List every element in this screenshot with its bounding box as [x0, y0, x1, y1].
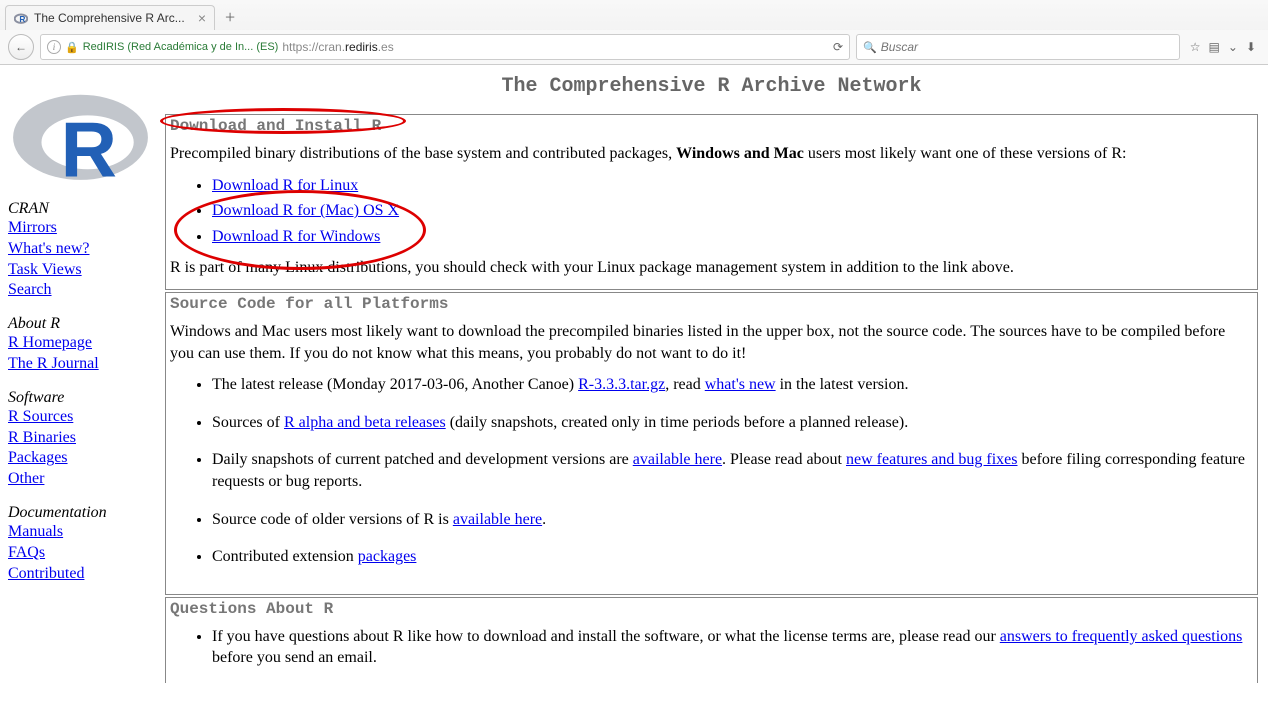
main-content: The Comprehensive R Archive Network Down…	[165, 65, 1268, 685]
search-icon: 🔍	[863, 41, 877, 54]
sidebar-link-faqs[interactable]: FAQs	[8, 543, 157, 564]
sidebar-link-rbinaries[interactable]: R Binaries	[8, 428, 157, 449]
sidebar-link-packages[interactable]: Packages	[8, 448, 157, 469]
toolbar: ← i 🔒 RedIRIS (Red Académica y de In... …	[0, 30, 1268, 64]
close-icon[interactable]: ×	[198, 10, 206, 26]
lock-icon: 🔒	[65, 41, 79, 54]
link-faq[interactable]: answers to frequently asked questions	[1000, 628, 1243, 645]
sidebar-heading: About R	[8, 315, 157, 333]
list-item: Contributed extension packages	[212, 546, 1253, 568]
list-item: The latest release (Monday 2017-03-06, A…	[212, 374, 1253, 396]
r-logo: R	[8, 77, 157, 192]
search-bar[interactable]: 🔍	[856, 34, 1180, 60]
link-alpha-beta[interactable]: R alpha and beta releases	[284, 414, 446, 431]
new-tab-button[interactable]: +	[217, 5, 243, 30]
sidebar-group-software: Software R Sources R Binaries Packages O…	[8, 389, 157, 490]
url-bar[interactable]: i 🔒 RedIRIS (Red Académica y de In... (E…	[40, 34, 850, 60]
outro-text: R is part of many Linux distributions, y…	[170, 257, 1253, 279]
bookmark-star-icon[interactable]: ☆	[1190, 40, 1201, 54]
link-download-mac[interactable]: Download R for (Mac) OS X	[212, 202, 399, 219]
sidebar-link-whatsnew[interactable]: What's new?	[8, 239, 157, 260]
list-item: Daily snapshots of current patched and d…	[212, 449, 1253, 492]
sidebar-heading: Software	[8, 389, 157, 407]
sidebar-link-manuals[interactable]: Manuals	[8, 522, 157, 543]
list-item: Download R for Windows	[212, 226, 1253, 248]
link-packages[interactable]: packages	[358, 548, 417, 565]
list-item: Download R for (Mac) OS X	[212, 200, 1253, 222]
list-item: If you have questions about R like how t…	[212, 626, 1253, 669]
pocket-icon[interactable]: ⌄	[1228, 40, 1238, 54]
r-favicon: R	[14, 11, 28, 25]
list-item: Download R for Linux	[212, 175, 1253, 197]
tab-title: The Comprehensive R Arc...	[34, 11, 192, 25]
link-snapshots[interactable]: available here	[633, 451, 722, 468]
sidebar-link-other[interactable]: Other	[8, 469, 157, 490]
download-links: Download R for Linux Download R for (Mac…	[170, 175, 1253, 248]
sidebar: R CRAN Mirrors What's new? Task Views Se…	[0, 65, 165, 685]
sidebar-link-contributed[interactable]: Contributed	[8, 564, 157, 585]
intro-text: Precompiled binary distributions of the …	[170, 143, 1253, 165]
sidebar-link-rhomepage[interactable]: R Homepage	[8, 333, 157, 354]
source-list: The latest release (Monday 2017-03-06, A…	[170, 374, 1253, 568]
sidebar-group-doc: Documentation Manuals FAQs Contributed	[8, 504, 157, 584]
back-button[interactable]: ←	[8, 34, 34, 60]
box-heading: Questions About R	[166, 598, 1257, 624]
browser-tab[interactable]: R The Comprehensive R Arc... ×	[5, 5, 215, 30]
sidebar-heading: CRAN	[8, 200, 157, 218]
box-source-code: Source Code for all Platforms Windows an…	[165, 292, 1258, 595]
link-whatsnew[interactable]: what's new	[705, 376, 776, 393]
faq-list: If you have questions about R like how t…	[170, 626, 1253, 669]
box-body: If you have questions about R like how t…	[166, 624, 1257, 683]
sidebar-group-about: About R R Homepage The R Journal	[8, 315, 157, 375]
box-heading: Source Code for all Platforms	[166, 293, 1257, 319]
svg-text:R: R	[61, 105, 117, 187]
box-body: Windows and Mac users most likely want t…	[166, 319, 1257, 594]
sidebar-link-mirrors[interactable]: Mirrors	[8, 218, 157, 239]
toolbar-icons: ☆ ▤ ⌄ ⬇	[1186, 40, 1260, 54]
list-item: Source code of older versions of R is av…	[212, 509, 1253, 531]
svg-text:R: R	[19, 14, 25, 24]
list-item: Sources of R alpha and beta releases (da…	[212, 412, 1253, 434]
page: R CRAN Mirrors What's new? Task Views Se…	[0, 65, 1268, 685]
link-download-linux[interactable]: Download R for Linux	[212, 177, 358, 194]
browser-chrome: R The Comprehensive R Arc... × + ← i 🔒 R…	[0, 0, 1268, 65]
link-older-versions[interactable]: available here	[453, 511, 542, 528]
search-input[interactable]	[881, 40, 1173, 54]
tab-bar: R The Comprehensive R Arc... × +	[0, 0, 1268, 30]
url-text: https://cran.rediris.es	[282, 40, 393, 54]
sidebar-link-rsources[interactable]: R Sources	[8, 407, 157, 428]
box-heading: Download and Install R	[166, 115, 1257, 141]
download-icon[interactable]: ⬇	[1246, 40, 1256, 54]
site-identity: RedIRIS (Red Académica y de In... (ES)	[83, 41, 279, 53]
box-download-install: Download and Install R Precompiled binar…	[165, 114, 1258, 290]
sidebar-link-rjournal[interactable]: The R Journal	[8, 354, 157, 375]
intro-text: Windows and Mac users most likely want t…	[170, 321, 1253, 364]
reader-icon[interactable]: ▤	[1209, 40, 1220, 54]
info-icon[interactable]: i	[47, 40, 61, 54]
box-body: Precompiled binary distributions of the …	[166, 141, 1257, 289]
sidebar-link-taskviews[interactable]: Task Views	[8, 260, 157, 281]
link-download-windows[interactable]: Download R for Windows	[212, 228, 380, 245]
box-questions: Questions About R If you have questions …	[165, 597, 1258, 683]
link-tarball[interactable]: R-3.3.3.tar.gz	[578, 376, 665, 393]
reload-icon[interactable]: ⟳	[833, 40, 843, 54]
page-title: The Comprehensive R Archive Network	[165, 75, 1258, 98]
sidebar-group-cran: CRAN Mirrors What's new? Task Views Sear…	[8, 200, 157, 301]
link-newfeatures[interactable]: new features and bug fixes	[846, 451, 1018, 468]
sidebar-link-search[interactable]: Search	[8, 280, 157, 301]
sidebar-heading: Documentation	[8, 504, 157, 522]
